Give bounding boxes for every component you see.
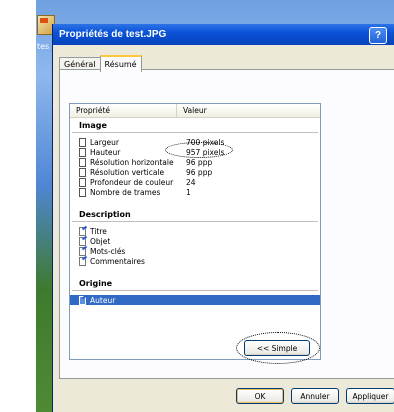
property-name: Auteur	[90, 295, 116, 305]
property-name: Titre	[90, 226, 107, 236]
property-name: Mots-clés	[90, 246, 126, 256]
property-name: Objet	[90, 236, 111, 246]
property-icon	[79, 167, 86, 177]
property-name: Nombre de trames	[90, 187, 161, 197]
edit-property-icon	[79, 256, 86, 266]
help-button[interactable]: ?	[369, 27, 387, 44]
property-icon	[79, 177, 86, 187]
ok-button[interactable]: OK	[236, 388, 284, 404]
property-icon	[79, 137, 86, 147]
section-header-image: Image	[79, 121, 107, 130]
property-name: Résolution horizontale	[90, 157, 174, 167]
property-name: Commentaires	[90, 256, 145, 266]
list-item[interactable]: Commentaires	[70, 256, 320, 266]
edit-property-icon	[79, 295, 86, 305]
dialog-title: Propriétés de test.JPG	[59, 29, 167, 40]
dialog-titlebar[interactable]: Propriétés de test.JPG ?	[53, 24, 394, 45]
property-name: Résolution verticale	[90, 167, 165, 177]
list-item[interactable]: Résolution horizontale 96 ppp	[70, 157, 320, 167]
list-item[interactable]: Titre	[70, 226, 320, 236]
list-header: Propriété Valeur	[70, 104, 320, 118]
properties-dialog: Propriétés de test.JPG ? Général Résumé …	[52, 24, 394, 412]
property-icon	[79, 187, 86, 197]
highlight-circle-button	[236, 332, 320, 364]
list-item[interactable]: Mots-clés	[70, 246, 320, 256]
property-icon	[79, 147, 86, 157]
edit-property-icon	[79, 246, 86, 256]
property-name: Profondeur de couleur	[90, 177, 174, 187]
tab-resume[interactable]: Résumé	[99, 55, 142, 72]
list-item[interactable]: Objet	[70, 236, 320, 246]
column-header-value[interactable]: Valeur	[177, 104, 207, 117]
edit-property-icon	[79, 226, 86, 236]
list-item[interactable]: Résolution verticale 96 ppp	[70, 167, 320, 177]
section-header-description: Description	[79, 210, 131, 219]
highlight-circle-value	[165, 142, 233, 158]
property-icon	[79, 157, 86, 167]
section-header-origine: Origine	[79, 279, 113, 288]
cancel-button[interactable]: Annuler	[291, 388, 339, 404]
desktop-icon-label[interactable]: tes	[37, 42, 49, 51]
list-item[interactable]: Profondeur de couleur 24	[70, 177, 320, 187]
list-item-selected[interactable]: Auteur	[70, 295, 320, 305]
property-value: 96 ppp	[186, 157, 213, 167]
apply-button[interactable]: Appliquer	[346, 388, 394, 404]
edit-property-icon	[79, 236, 86, 246]
list-item[interactable]: Nombre de trames 1	[70, 187, 320, 197]
tab-panel: Propriété Valeur Image Largeur 700 pixel…	[59, 69, 394, 379]
property-value: 24	[186, 177, 196, 187]
tab-strip: Général Résumé	[59, 55, 142, 72]
column-header-property[interactable]: Propriété	[70, 104, 177, 117]
property-value: 96 ppp	[186, 167, 213, 177]
property-value: 1	[186, 187, 191, 197]
